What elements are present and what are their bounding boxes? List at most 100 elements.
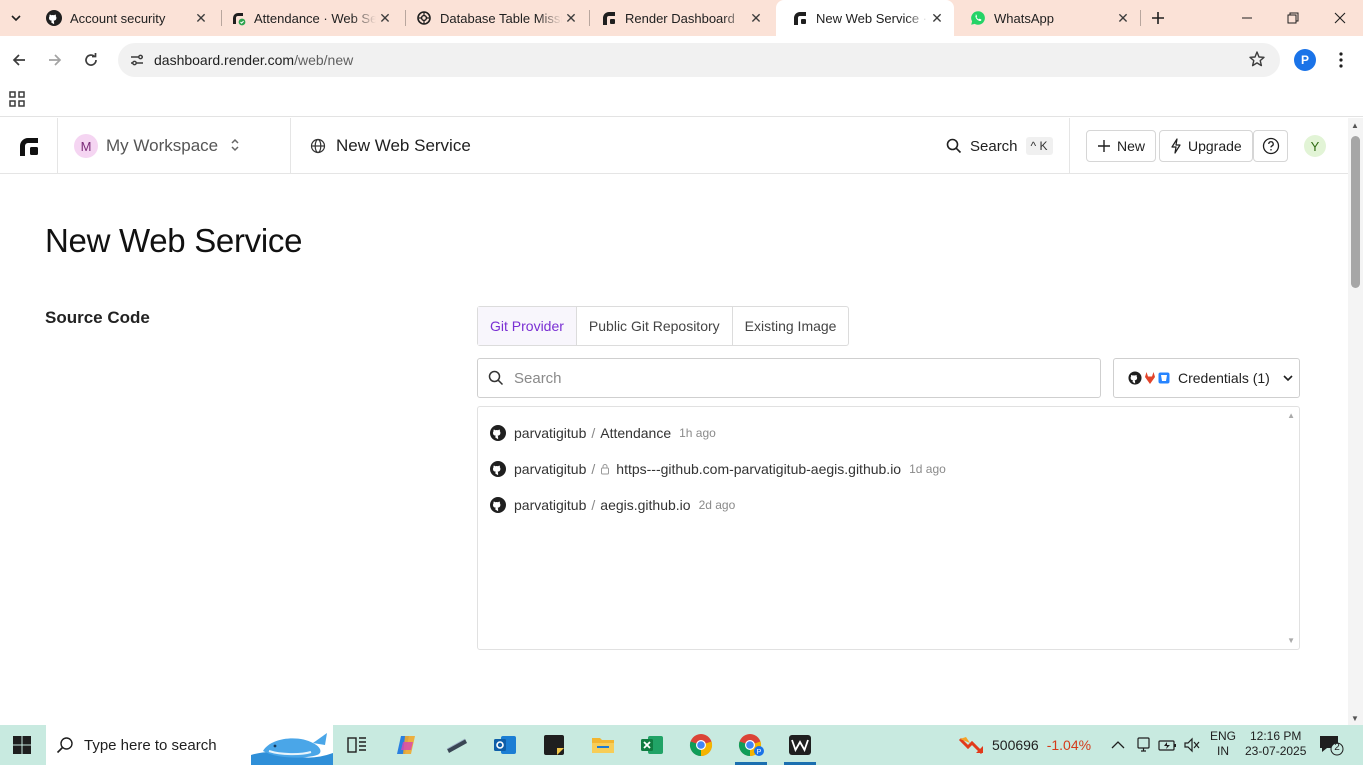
terminal-app[interactable] <box>433 725 481 765</box>
page-title: New Web Service <box>45 222 303 259</box>
search-icon <box>946 138 962 154</box>
tab-existing-image[interactable]: Existing Image <box>733 307 849 345</box>
excel-icon <box>641 736 663 754</box>
notification-center-button[interactable]: 2 <box>1318 733 1344 757</box>
more-vertical-icon <box>1339 52 1343 68</box>
upgrade-button[interactable]: Upgrade <box>1159 130 1253 162</box>
workspace-switcher[interactable]: M My Workspace <box>58 118 291 174</box>
page-breadcrumb: New Web Service <box>310 118 471 174</box>
browser-toolbar: dashboard.render.com/web/new P <box>0 36 1363 83</box>
repo-name: Attendance <box>600 425 672 441</box>
repo-separator: / <box>591 461 596 477</box>
list-item[interactable]: parvatigitub / Attendance 1h ago <box>490 423 716 443</box>
input-language[interactable]: ENG IN <box>1210 729 1236 759</box>
sticky-notes-app[interactable] <box>530 725 578 765</box>
repo-name: aegis.github.io <box>600 497 691 513</box>
copilot-app[interactable] <box>383 725 431 765</box>
render-logo-icon <box>601 10 617 26</box>
browser-tab[interactable]: WhatsApp ✕ <box>954 0 1140 36</box>
repository-list: ▲ parvatigitub / Attendance 1h ago parva… <box>477 406 1300 650</box>
github-icon <box>490 497 506 513</box>
scroll-down-arrow-icon[interactable]: ▼ <box>1287 636 1295 645</box>
stock-widget[interactable]: 500696 -1.04% <box>958 725 1091 765</box>
profile-avatar[interactable]: P <box>1294 49 1316 71</box>
windows-logo-icon <box>13 736 31 754</box>
restore-button[interactable] <box>1270 0 1316 36</box>
close-icon[interactable]: ✕ <box>562 9 580 27</box>
workspace-avatar: M <box>74 134 98 158</box>
app-w-icon <box>789 735 811 755</box>
browser-tab[interactable]: Account security ✕ <box>30 0 218 36</box>
taskbar-search[interactable]: Type here to search <box>46 725 333 765</box>
page-scrollbar[interactable]: ▲ ▼ <box>1348 118 1363 725</box>
arrow-right-icon <box>49 54 62 66</box>
taskbar: Type here to search P 500696 -1.04% ENG … <box>0 725 1363 765</box>
tab-search-button[interactable] <box>4 6 28 30</box>
header-search[interactable]: Search ^ K <box>946 134 1053 158</box>
close-icon[interactable]: ✕ <box>1114 9 1132 27</box>
chrome-app[interactable] <box>677 725 725 765</box>
browser-tab[interactable]: Attendance · Web Service ✕ <box>214 0 402 36</box>
tab-title: Render Dashboard <box>625 10 735 26</box>
help-button[interactable] <box>1253 130 1288 162</box>
minimize-button[interactable] <box>1224 0 1270 36</box>
stock-down-icon <box>958 737 984 755</box>
show-hidden-icons-button[interactable] <box>1110 725 1126 765</box>
reload-button[interactable] <box>77 46 105 74</box>
close-icon[interactable]: ✕ <box>192 9 210 27</box>
address-bar[interactable]: dashboard.render.com/web/new <box>118 43 1280 77</box>
scroll-up-arrow-icon[interactable]: ▲ <box>1287 411 1295 420</box>
volume-button[interactable] <box>1183 725 1201 765</box>
apps-grid-icon[interactable] <box>8 90 26 108</box>
sticky-notes-icon <box>544 735 564 755</box>
outlook-icon <box>494 736 516 754</box>
browser-tab-strip: Account security ✕ Attendance · Web Serv… <box>0 0 1363 36</box>
site-settings-icon[interactable] <box>126 49 148 71</box>
browser-tab[interactable]: Database Table Missing ✕ <box>400 0 588 36</box>
meet-now-button[interactable] <box>1135 725 1153 765</box>
scrollbar-thumb[interactable] <box>1351 136 1360 288</box>
list-item[interactable]: parvatigitub / aegis.github.io 2d ago <box>490 495 735 515</box>
back-button[interactable] <box>5 46 33 74</box>
task-view-button[interactable] <box>333 725 381 765</box>
start-button[interactable] <box>0 725 44 765</box>
scroll-up-arrow-icon[interactable]: ▲ <box>1351 121 1359 130</box>
browser-tab[interactable]: Render Dashboard ✕ <box>585 0 773 36</box>
pinned-app[interactable] <box>776 725 824 765</box>
repo-owner: parvatigitub <box>514 497 587 513</box>
battery-button[interactable] <box>1158 725 1178 765</box>
bookmark-star-icon[interactable] <box>1248 50 1266 71</box>
tab-git-provider[interactable]: Git Provider <box>478 307 577 345</box>
close-window-button[interactable] <box>1317 0 1363 36</box>
task-view-icon <box>347 737 366 753</box>
render-logo[interactable] <box>0 118 58 174</box>
taskbar-clock[interactable]: 12:16 PM 23-07-2025 <box>1245 729 1306 759</box>
github-icon <box>490 461 506 477</box>
close-icon[interactable]: ✕ <box>376 9 394 27</box>
excel-app[interactable] <box>628 725 676 765</box>
chevron-down-icon <box>1283 375 1293 382</box>
list-item[interactable]: parvatigitub / https---github.com-parvat… <box>490 459 946 479</box>
outlook-app[interactable] <box>481 725 529 765</box>
github-icon <box>46 10 62 26</box>
page-breadcrumb-label: New Web Service <box>336 136 471 155</box>
user-avatar[interactable]: Y <box>1304 135 1326 157</box>
browser-menu-button[interactable] <box>1332 48 1350 72</box>
stock-change: -1.04% <box>1046 737 1092 753</box>
search-icon <box>488 370 504 386</box>
globe-icon <box>310 138 326 154</box>
new-tab-button[interactable] <box>1146 6 1170 30</box>
close-icon[interactable]: ✕ <box>928 9 946 27</box>
forward-button[interactable] <box>41 46 69 74</box>
chrome-profile-app[interactable]: P <box>727 725 775 765</box>
chrome-icon: P <box>738 734 764 757</box>
tab-title: Account security <box>70 10 166 26</box>
close-icon[interactable]: ✕ <box>747 9 765 27</box>
credentials-dropdown[interactable]: Credentials (1) <box>1113 358 1300 398</box>
scroll-down-arrow-icon[interactable]: ▼ <box>1351 714 1359 723</box>
file-explorer-app[interactable] <box>579 725 627 765</box>
tab-public-git-repository[interactable]: Public Git Repository <box>577 307 733 345</box>
browser-tab-active[interactable]: New Web Service · Render ✕ <box>776 0 954 36</box>
new-button[interactable]: New <box>1086 130 1157 162</box>
repo-search-input[interactable]: Search <box>477 358 1101 398</box>
